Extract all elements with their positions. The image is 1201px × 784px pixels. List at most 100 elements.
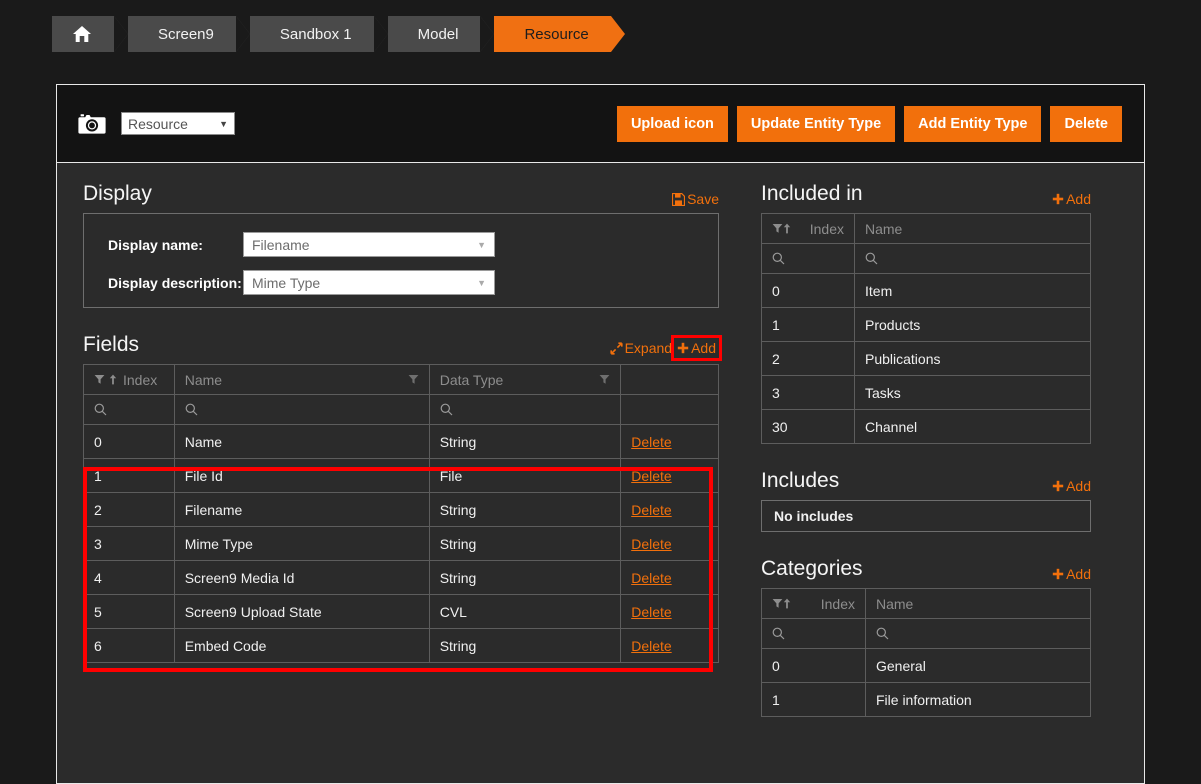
add-included-in-button[interactable]: Add: [1052, 191, 1091, 207]
fields-search-name[interactable]: [173, 394, 430, 425]
display-description-select[interactable]: Mime Type ▼: [243, 270, 495, 295]
breadcrumb-item-resource[interactable]: Resource: [480, 16, 625, 52]
entity-type-select[interactable]: Resource ▼: [121, 112, 235, 135]
table-row[interactable]: 2 Filename String Delete: [83, 492, 719, 527]
sort-asc-icon[interactable]: [783, 223, 791, 234]
search-icon[interactable]: [865, 252, 1080, 265]
includes-section-header: Includes Add: [761, 468, 1091, 494]
search-icon[interactable]: [440, 403, 611, 416]
table-row[interactable]: 2 Publications: [761, 341, 1091, 376]
upload-icon-button[interactable]: Upload icon: [616, 105, 728, 142]
field-name: File Id: [173, 458, 430, 493]
search-icon[interactable]: [185, 403, 419, 416]
table-row[interactable]: 1 File Id File Delete: [83, 458, 719, 493]
includes-title: Includes: [761, 469, 840, 492]
table-row[interactable]: 0 Name String Delete: [83, 424, 719, 459]
save-display-button[interactable]: Save: [672, 191, 719, 207]
field-index: 6: [83, 628, 175, 663]
filter-funnel-icon[interactable]: [599, 374, 610, 385]
field-delete-cell: Delete: [620, 492, 719, 527]
delete-field-link[interactable]: Delete: [631, 570, 671, 586]
breadcrumb-item-screen9[interactable]: Screen9: [114, 16, 250, 52]
search-icon[interactable]: [772, 627, 855, 640]
fields-column-datatype[interactable]: Data Type: [428, 364, 622, 395]
delete-entity-type-button[interactable]: Delete: [1050, 105, 1122, 142]
field-delete-cell: Delete: [620, 458, 719, 493]
included-in-search-index[interactable]: [761, 243, 855, 274]
table-row[interactable]: 1 Products: [761, 307, 1091, 342]
delete-field-link[interactable]: Delete: [631, 536, 671, 552]
fields-search-actions: [620, 394, 719, 425]
display-actions: Save: [672, 191, 719, 207]
included-in-index: 3: [761, 375, 855, 410]
categories-column-name[interactable]: Name: [865, 588, 1091, 619]
delete-field-link[interactable]: Delete: [631, 502, 671, 518]
table-row[interactable]: 0 General: [761, 648, 1091, 683]
table-row[interactable]: 30 Channel: [761, 409, 1091, 444]
field-delete-cell: Delete: [620, 594, 719, 629]
table-row[interactable]: 1 File information: [761, 682, 1091, 717]
included-in-name: Publications: [854, 341, 1091, 376]
included-in-column-name[interactable]: Name: [854, 213, 1091, 244]
delete-field-link[interactable]: Delete: [631, 434, 671, 450]
display-description-row: Display description: Mime Type ▼: [108, 270, 718, 295]
breadcrumb-label: Sandbox 1: [279, 25, 352, 43]
add-field-button[interactable]: Add: [671, 335, 722, 361]
table-row[interactable]: 6 Embed Code String Delete: [83, 628, 719, 663]
filter-funnel-icon[interactable]: [772, 598, 783, 609]
filter-funnel-icon[interactable]: [94, 374, 105, 385]
breadcrumb-label: Screen9: [158, 25, 214, 43]
update-entity-type-button[interactable]: Update Entity Type: [736, 105, 896, 142]
categories-search-index[interactable]: [761, 618, 866, 649]
included-in-column-name-label: Name: [865, 220, 903, 237]
fields-column-name[interactable]: Name: [173, 364, 430, 395]
breadcrumb-label: Model: [417, 25, 459, 43]
field-datatype: CVL: [428, 594, 622, 629]
fields-table: Index Name Data Type 0 Name String Delet…: [83, 364, 719, 663]
included-in-search-name[interactable]: [854, 243, 1091, 274]
fields-search-datatype[interactable]: [428, 394, 622, 425]
sort-asc-icon[interactable]: [783, 598, 791, 609]
add-includes-button[interactable]: Add: [1052, 478, 1091, 494]
table-row[interactable]: 4 Screen9 Media Id String Delete: [83, 560, 719, 595]
table-row[interactable]: 3 Mime Type String Delete: [83, 526, 719, 561]
breadcrumb-item-sandbox-1[interactable]: Sandbox 1: [235, 16, 388, 52]
home-icon: [72, 25, 92, 43]
field-index: 4: [83, 560, 175, 595]
display-name-select[interactable]: Filename ▼: [243, 232, 495, 257]
expand-fields-button[interactable]: Expand: [609, 340, 672, 356]
search-icon[interactable]: [876, 627, 1080, 640]
filter-funnel-icon[interactable]: [772, 223, 783, 234]
categories-header-row: Index Name: [761, 588, 1091, 619]
plus-icon: [1052, 480, 1064, 492]
fields-column-datatype-label: Data Type: [439, 371, 504, 388]
breadcrumb-item-model[interactable]: Model: [373, 16, 495, 52]
search-icon[interactable]: [772, 252, 844, 265]
field-datatype: String: [428, 424, 622, 459]
header-actions: Upload icon Update Entity Type Add Entit…: [616, 105, 1122, 142]
categories-search-name[interactable]: [865, 618, 1091, 649]
included-in-column-index[interactable]: Index: [761, 213, 855, 244]
fields-table-body: 0 Name String Delete 1 File Id File Dele…: [83, 424, 719, 663]
delete-field-link[interactable]: Delete: [631, 638, 671, 654]
filter-funnel-icon[interactable]: [408, 374, 419, 385]
field-name: Screen9 Media Id: [173, 560, 430, 595]
fields-section-header: Fields Expand Add: [83, 332, 722, 361]
categories-column-index[interactable]: Index: [761, 588, 866, 619]
delete-field-link[interactable]: Delete: [631, 604, 671, 620]
delete-field-link[interactable]: Delete: [631, 468, 671, 484]
table-row[interactable]: 0 Item: [761, 273, 1091, 308]
expand-arrows-icon: [609, 341, 623, 355]
fields-column-index[interactable]: Index: [83, 364, 175, 395]
field-index: 1: [83, 458, 175, 493]
sort-asc-icon[interactable]: [109, 374, 117, 385]
search-icon[interactable]: [94, 403, 164, 416]
add-entity-type-button[interactable]: Add Entity Type: [904, 105, 1042, 142]
table-row[interactable]: 3 Tasks: [761, 375, 1091, 410]
categories-search-row: [761, 618, 1091, 649]
table-row[interactable]: 5 Screen9 Upload State CVL Delete: [83, 594, 719, 629]
fields-search-index[interactable]: [83, 394, 175, 425]
display-name-label: Display name:: [108, 236, 203, 253]
breadcrumb-item-home[interactable]: [52, 16, 128, 52]
add-category-button[interactable]: Add: [1052, 566, 1091, 582]
